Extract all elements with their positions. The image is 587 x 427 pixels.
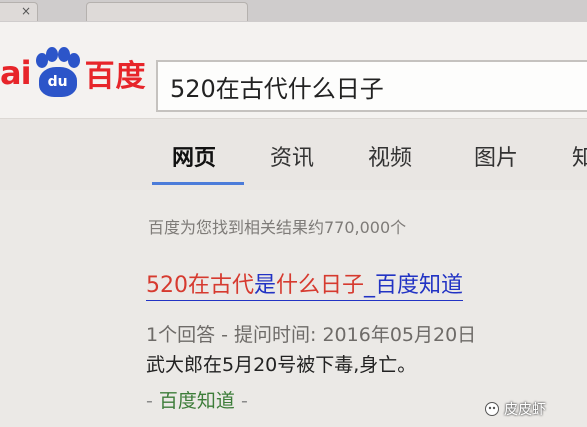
paw-pad-text: du xyxy=(38,67,77,97)
source-prefix: - xyxy=(146,390,153,412)
result-meta: 1个回答 - 提问时间: 2016年05月20日 xyxy=(146,324,477,346)
tab-web[interactable]: 网页 xyxy=(172,140,216,172)
watermark-text: 皮皮虾 xyxy=(504,402,546,418)
baidu-logo[interactable]: ai du 百度 xyxy=(0,47,147,97)
paw-icon: du xyxy=(34,47,82,99)
result-type-tabs: 网页 资讯 视频 图片 知 xyxy=(0,130,587,186)
title-text: 是 xyxy=(254,273,277,298)
browser-tab[interactable]: × xyxy=(0,2,38,21)
logo-text-left: ai xyxy=(0,54,32,92)
browser-tab[interactable] xyxy=(86,2,248,21)
logo-text-right: 百度 xyxy=(84,59,147,94)
browser-tab-strip: × xyxy=(0,0,587,23)
source-suffix: - xyxy=(240,390,248,412)
result-source[interactable]: - 百度知道 - xyxy=(146,386,248,413)
watermark: 皮皮虾 xyxy=(484,399,546,419)
result-count: 百度为您找到相关结果约770,000个 xyxy=(148,218,407,237)
search-header: ai du 百度 xyxy=(0,22,587,119)
title-keyword: 520在古代 xyxy=(146,273,254,298)
result-snippet: 武大郎在5月20号被下毒,身亡。 xyxy=(146,354,417,376)
tab-zhidao[interactable]: 知 xyxy=(572,140,587,172)
tab-news[interactable]: 资讯 xyxy=(270,140,314,172)
title-keyword: 什么日子 xyxy=(276,273,365,298)
source-name: 百度知道 xyxy=(158,390,235,412)
watermark-logo-icon xyxy=(485,402,499,416)
active-tab-indicator xyxy=(152,182,244,185)
tab-video[interactable]: 视频 xyxy=(368,140,412,172)
title-site: _百度知道 xyxy=(364,273,464,298)
tab-images[interactable]: 图片 xyxy=(474,140,518,172)
search-box[interactable] xyxy=(156,60,587,112)
result-title-link[interactable]: 520在古代是什么日子_百度知道 xyxy=(146,272,464,301)
tab-close-icon[interactable]: × xyxy=(21,4,31,18)
results-area: 百度为您找到相关结果约770,000个 520在古代是什么日子_百度知道 1个回… xyxy=(0,190,587,427)
search-input[interactable] xyxy=(168,71,587,101)
